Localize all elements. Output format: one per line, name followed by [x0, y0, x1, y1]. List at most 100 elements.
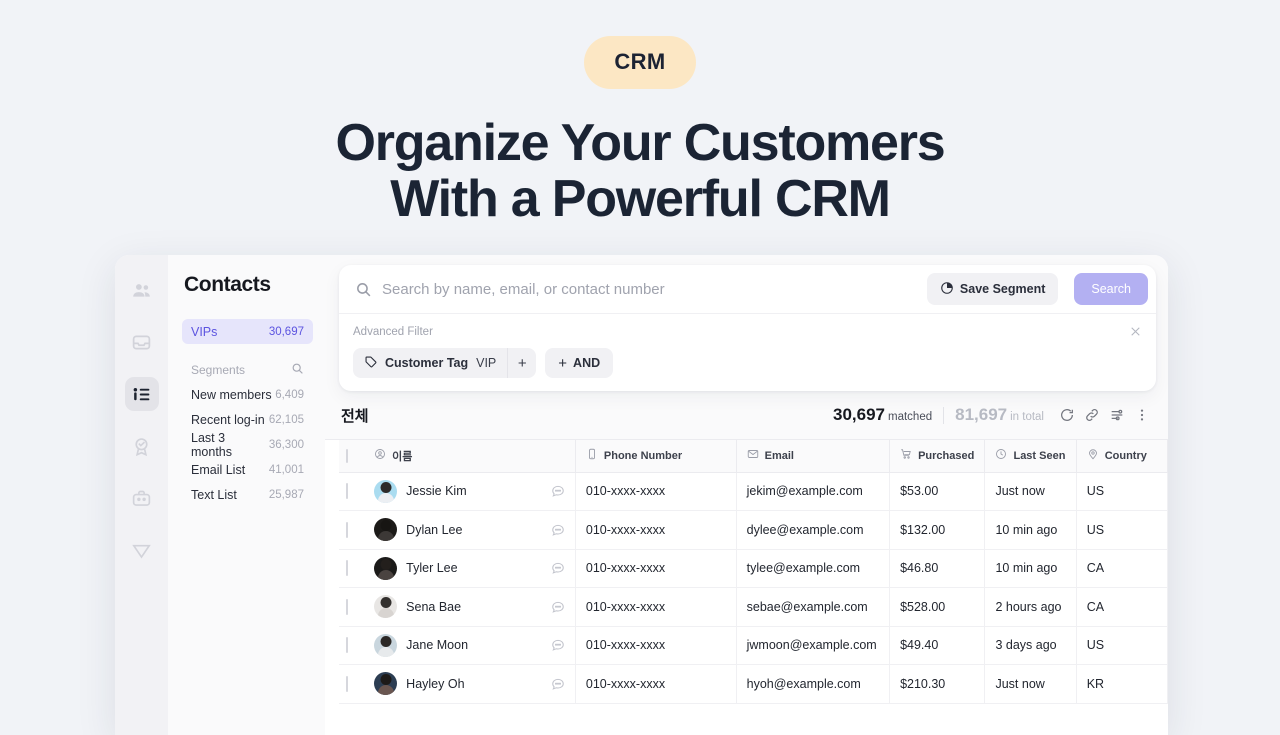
sidebar-item-label: Email List [191, 462, 246, 477]
close-icon[interactable] [1129, 325, 1142, 338]
column-header-label: Phone Number [603, 449, 683, 462]
matched-count-value: 30,697 [833, 405, 885, 424]
page-title: Organize Your Customers With a Powerful … [0, 115, 1280, 227]
cell-phone: 010-xxxx-xxxx [575, 472, 737, 511]
cell-country: CA [1076, 549, 1168, 588]
cell-country: KR [1076, 664, 1168, 704]
rail-item-briefcase[interactable] [125, 481, 159, 515]
person-circle-icon [374, 448, 386, 463]
search-icon[interactable] [291, 362, 304, 378]
table-row[interactable]: Jane Moon 010-xxxx-xxxx jwmoon@example.com… [339, 626, 1168, 665]
column-header-label: Email [764, 449, 794, 462]
chat-bubble-icon[interactable] [551, 523, 565, 537]
refresh-icon[interactable] [1059, 407, 1075, 423]
cell-email: sebae@example.com [736, 587, 891, 627]
checkbox-icon[interactable] [346, 637, 348, 654]
main-content: Save Segment Search Advanced Filter [325, 255, 1168, 735]
table-row[interactable]: Sena Bae 010-xxxx-xxxx sebae@example.com $5… [339, 587, 1168, 627]
phone-icon [586, 448, 598, 463]
column-header-name[interactable]: 이름 [372, 440, 576, 473]
avatar [374, 518, 398, 542]
row-checkbox-cell[interactable] [339, 664, 373, 704]
rail-item-badge-award[interactable] [125, 429, 159, 463]
row-checkbox-cell[interactable] [339, 472, 373, 511]
add-filter-value-button[interactable]: + [507, 348, 536, 378]
send-icon [131, 540, 152, 561]
column-header-country[interactable]: Country [1076, 440, 1168, 473]
contact-name: Dylan Lee [406, 522, 463, 537]
column-header-label: 이름 [392, 450, 413, 463]
checkbox-icon[interactable] [346, 598, 348, 615]
sidebar-item-count: 30,697 [268, 325, 304, 338]
table-row[interactable]: Dylan Lee 010-xxxx-xxxx dylee@example.com $… [339, 510, 1168, 550]
sliders-icon[interactable] [1109, 407, 1125, 423]
advanced-filter-section: Advanced Filter Customer Tag VIP + + AND [339, 313, 1156, 391]
rail-item-contact-list[interactable] [124, 377, 159, 411]
cell-phone: 010-xxxx-xxxx [575, 664, 737, 704]
link-icon[interactable] [1084, 407, 1100, 423]
envelope-icon [747, 448, 759, 463]
search-icon [355, 281, 372, 298]
column-header-label: Country [1104, 449, 1147, 462]
list-item[interactable]: New members 6,409 [182, 382, 313, 407]
rail-item-inbox[interactable] [125, 325, 159, 359]
cell-country: US [1076, 626, 1168, 665]
list-item[interactable]: Last 3 months 36,300 [182, 431, 313, 459]
list-item[interactable]: Text List 25,987 [182, 482, 313, 507]
cell-last-seen: 10 min ago [984, 549, 1077, 588]
checkbox-icon[interactable] [346, 483, 348, 500]
filter-chip-customer-tag[interactable]: Customer Tag VIP + [353, 348, 537, 378]
crm-badge: CRM [584, 36, 696, 89]
table-row[interactable]: Hayley Oh 010-xxxx-xxxx hyoh@example.com $2… [339, 664, 1168, 704]
list-item[interactable]: Email List 41,001 [182, 457, 313, 482]
rail-item-people[interactable] [125, 273, 159, 307]
cell-last-seen: 3 days ago [984, 626, 1077, 665]
chat-bubble-icon[interactable] [551, 677, 565, 691]
results-title: 전체 [341, 407, 369, 425]
search-button[interactable]: Search [1074, 273, 1148, 305]
cell-name: Jane Moon [372, 626, 576, 665]
sidebar-item-vips[interactable]: VIPs 30,697 [182, 319, 313, 344]
table-header-row: 이름 Phone Number Email Purchased Last See… [339, 440, 1168, 473]
cell-email: tylee@example.com [736, 549, 891, 588]
table-row[interactable]: Tyler Lee 010-xxxx-xxxx tylee@example.com $… [339, 549, 1168, 588]
column-header-label: Last Seen [1013, 449, 1066, 462]
row-checkbox-cell[interactable] [339, 549, 373, 588]
column-header-purchased[interactable]: Purchased [889, 440, 986, 473]
cell-name: Jessie Kim [372, 472, 576, 511]
cell-purchased: $49.40 [889, 626, 986, 665]
sidebar-title: Contacts [184, 273, 271, 296]
column-header-last-seen[interactable]: Last Seen [984, 440, 1077, 473]
sidebar-item-label: New members [191, 387, 272, 402]
checkbox-icon[interactable] [346, 521, 348, 538]
advanced-filter-header: Advanced Filter [353, 325, 1142, 338]
chat-bubble-icon[interactable] [551, 638, 565, 652]
table-row[interactable]: Jessie Kim 010-xxxx-xxxx jekim@example.com… [339, 472, 1168, 511]
chat-bubble-icon[interactable] [551, 600, 565, 614]
search-input[interactable] [382, 280, 917, 298]
row-checkbox-cell[interactable] [339, 587, 373, 627]
column-header-phone[interactable]: Phone Number [575, 440, 737, 473]
checkbox-icon[interactable] [346, 448, 348, 463]
column-header-select-all[interactable] [339, 440, 373, 473]
contacts-sidebar: Contacts VIPs 30,697 Segments New member… [168, 255, 325, 735]
cell-name: Sena Bae [372, 587, 576, 627]
cell-name: Hayley Oh [372, 664, 576, 704]
row-checkbox-cell[interactable] [339, 510, 373, 550]
list-item[interactable]: Recent log-in 62,105 [182, 407, 313, 432]
save-segment-button[interactable]: Save Segment [926, 273, 1059, 305]
more-vertical-icon[interactable] [1134, 407, 1150, 423]
add-and-condition-button[interactable]: + AND [545, 348, 614, 378]
checkbox-icon[interactable] [346, 560, 348, 577]
cell-email: jwmoon@example.com [736, 626, 891, 665]
row-checkbox-cell[interactable] [339, 626, 373, 665]
chat-bubble-icon[interactable] [551, 484, 565, 498]
checkbox-icon[interactable] [346, 675, 348, 692]
cell-phone: 010-xxxx-xxxx [575, 587, 737, 627]
filter-chip-value: VIP [476, 356, 497, 370]
chat-bubble-icon[interactable] [551, 561, 565, 575]
column-header-email[interactable]: Email [736, 440, 891, 473]
rail-item-send[interactable] [125, 533, 159, 567]
cell-last-seen: Just now [984, 664, 1077, 704]
inbox-icon [131, 332, 152, 353]
